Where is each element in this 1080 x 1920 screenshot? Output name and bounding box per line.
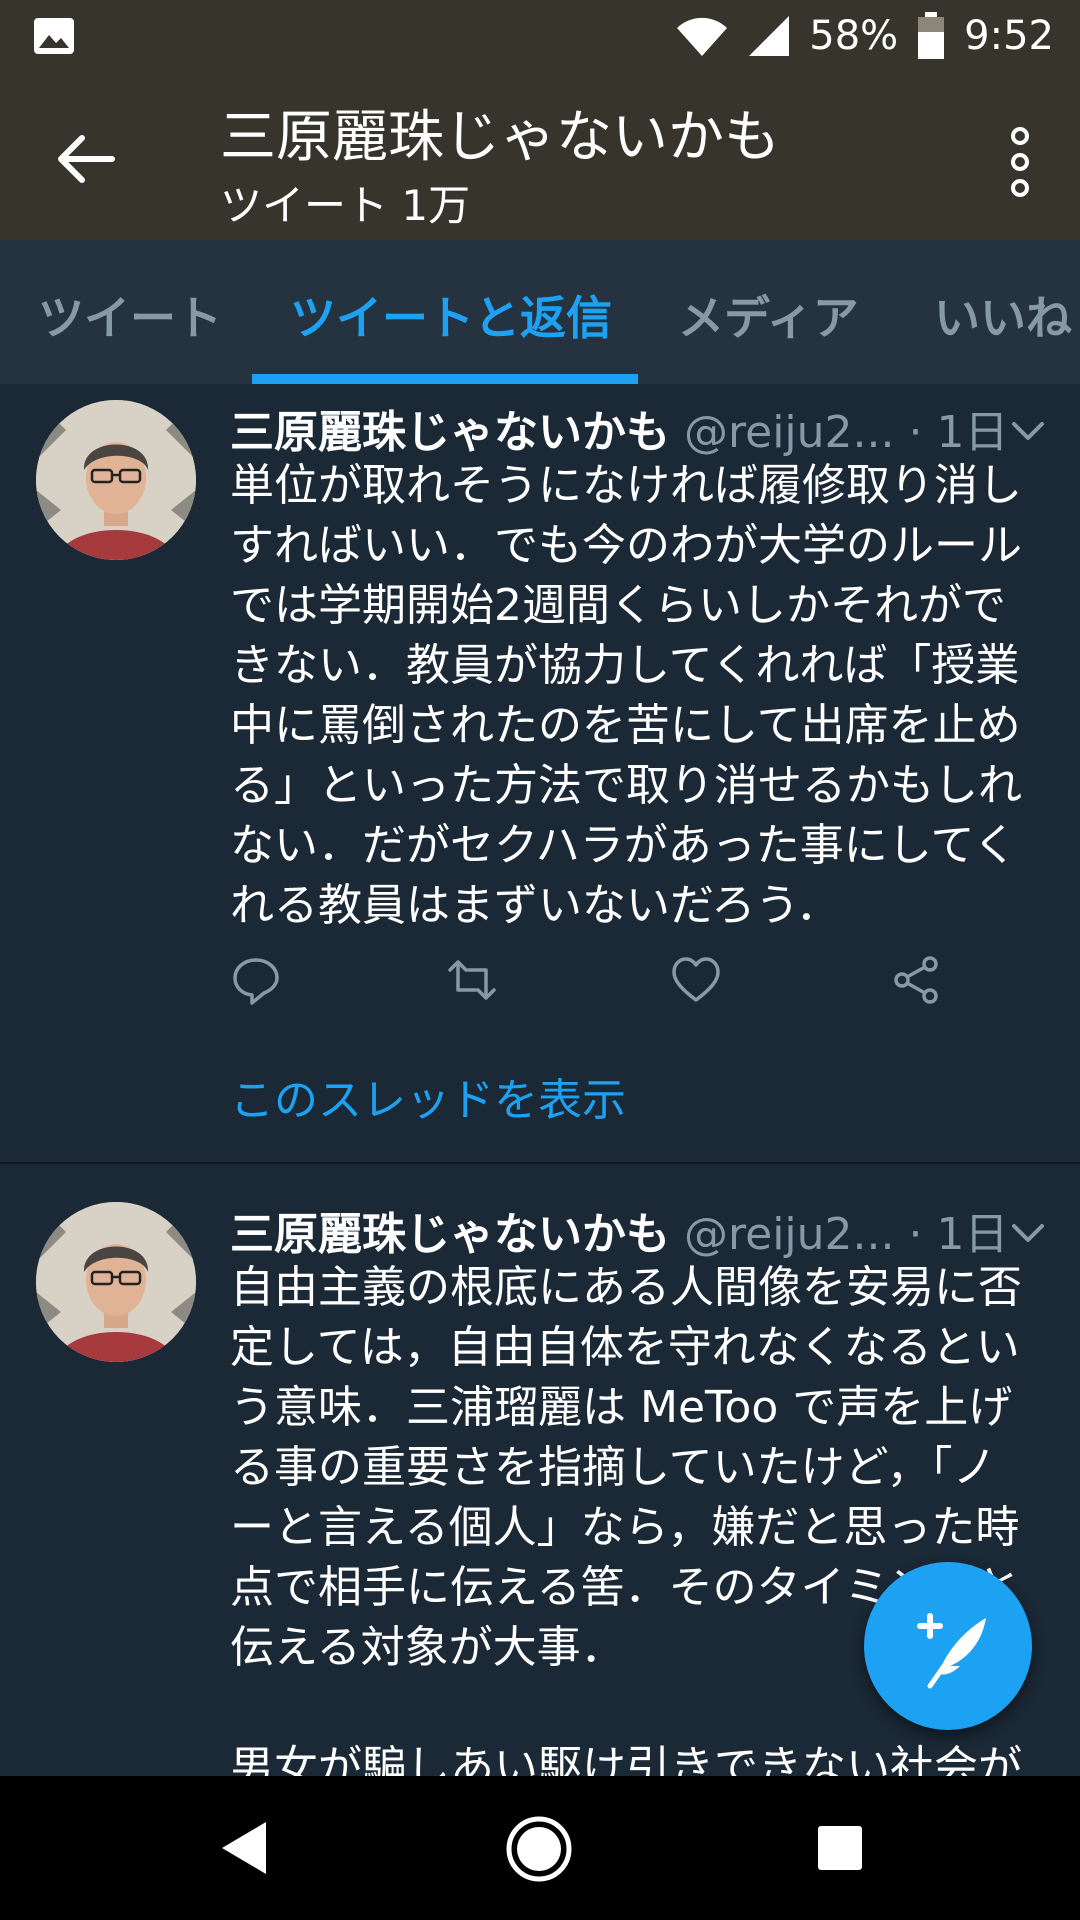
author-handle[interactable]: @reiju2... <box>684 407 894 458</box>
chevron-down-icon[interactable] <box>1008 416 1048 446</box>
divider <box>0 1162 1080 1164</box>
tweet-timestamp: · 1日 <box>894 407 1009 458</box>
more-vert-icon[interactable] <box>1000 122 1040 202</box>
author-handle[interactable]: @reiju2... <box>684 1209 894 1260</box>
tab-likes[interactable]: いいね <box>934 282 1072 348</box>
clock: 9:52 <box>964 13 1054 59</box>
nav-back-icon[interactable] <box>214 1818 274 1878</box>
tab-tweets[interactable]: ツイート <box>38 282 222 348</box>
chevron-down-icon[interactable] <box>1008 1218 1048 1248</box>
nav-home-icon[interactable] <box>504 1814 574 1884</box>
nav-recents-icon[interactable] <box>816 1824 864 1872</box>
tweet-text: 単位が取れそうになければ履修取り消し すればいい．でも今のわが大学のルール では… <box>230 460 1022 931</box>
battery-percentage: 58% <box>809 13 899 59</box>
author-name[interactable]: 三原麗珠じゃないかも <box>230 407 670 458</box>
tweet-timestamp: · 1日 <box>894 1209 1009 1260</box>
reply-icon[interactable] <box>230 954 282 1006</box>
wifi-icon <box>677 17 728 57</box>
author-name[interactable]: 三原麗珠じゃないかも <box>230 1209 670 1260</box>
active-tab-indicator <box>252 374 638 384</box>
compose-tweet-button[interactable] <box>864 1562 1032 1730</box>
tab-tweets-and-replies[interactable]: ツイートと返信 <box>290 282 612 348</box>
gallery-icon <box>34 18 74 54</box>
avatar[interactable] <box>36 400 196 560</box>
tweet-count: ツイート 1万 <box>220 181 471 230</box>
retweet-icon[interactable] <box>446 954 498 1006</box>
profile-tabs: ツイート ツイートと返信 メディア いいね <box>0 240 1080 384</box>
avatar-image <box>36 1202 196 1362</box>
system-nav-bar <box>0 1776 1080 1920</box>
show-thread-link[interactable]: このスレッドを表示 <box>230 1064 626 1128</box>
battery-icon <box>918 12 945 59</box>
back-arrow-icon[interactable] <box>50 124 120 194</box>
tab-media[interactable]: メディア <box>678 282 859 348</box>
like-icon[interactable] <box>670 954 722 1006</box>
profile-header: 三原麗珠じゃないかも ツイート 1万 <box>0 72 1080 240</box>
tweet-header: 三原麗珠じゃないかも @reiju2... · 1日 <box>230 1198 1008 1262</box>
compose-tweet-icon <box>917 1613 986 1689</box>
avatar-image <box>36 400 196 560</box>
tweet[interactable]: 三原麗珠じゃないかも @reiju2... · 1日 単位が取れそうになければ履… <box>0 384 1080 1162</box>
status-bar: 58% 9:52 <box>0 0 1080 72</box>
tweet-header: 三原麗珠じゃないかも @reiju2... · 1日 <box>230 396 1008 460</box>
tweet-actions <box>230 954 990 1014</box>
avatar[interactable] <box>36 1202 196 1362</box>
page-title: 三原麗珠じゃないかも <box>220 105 780 170</box>
share-icon[interactable] <box>890 954 942 1006</box>
signal-icon <box>749 16 790 56</box>
